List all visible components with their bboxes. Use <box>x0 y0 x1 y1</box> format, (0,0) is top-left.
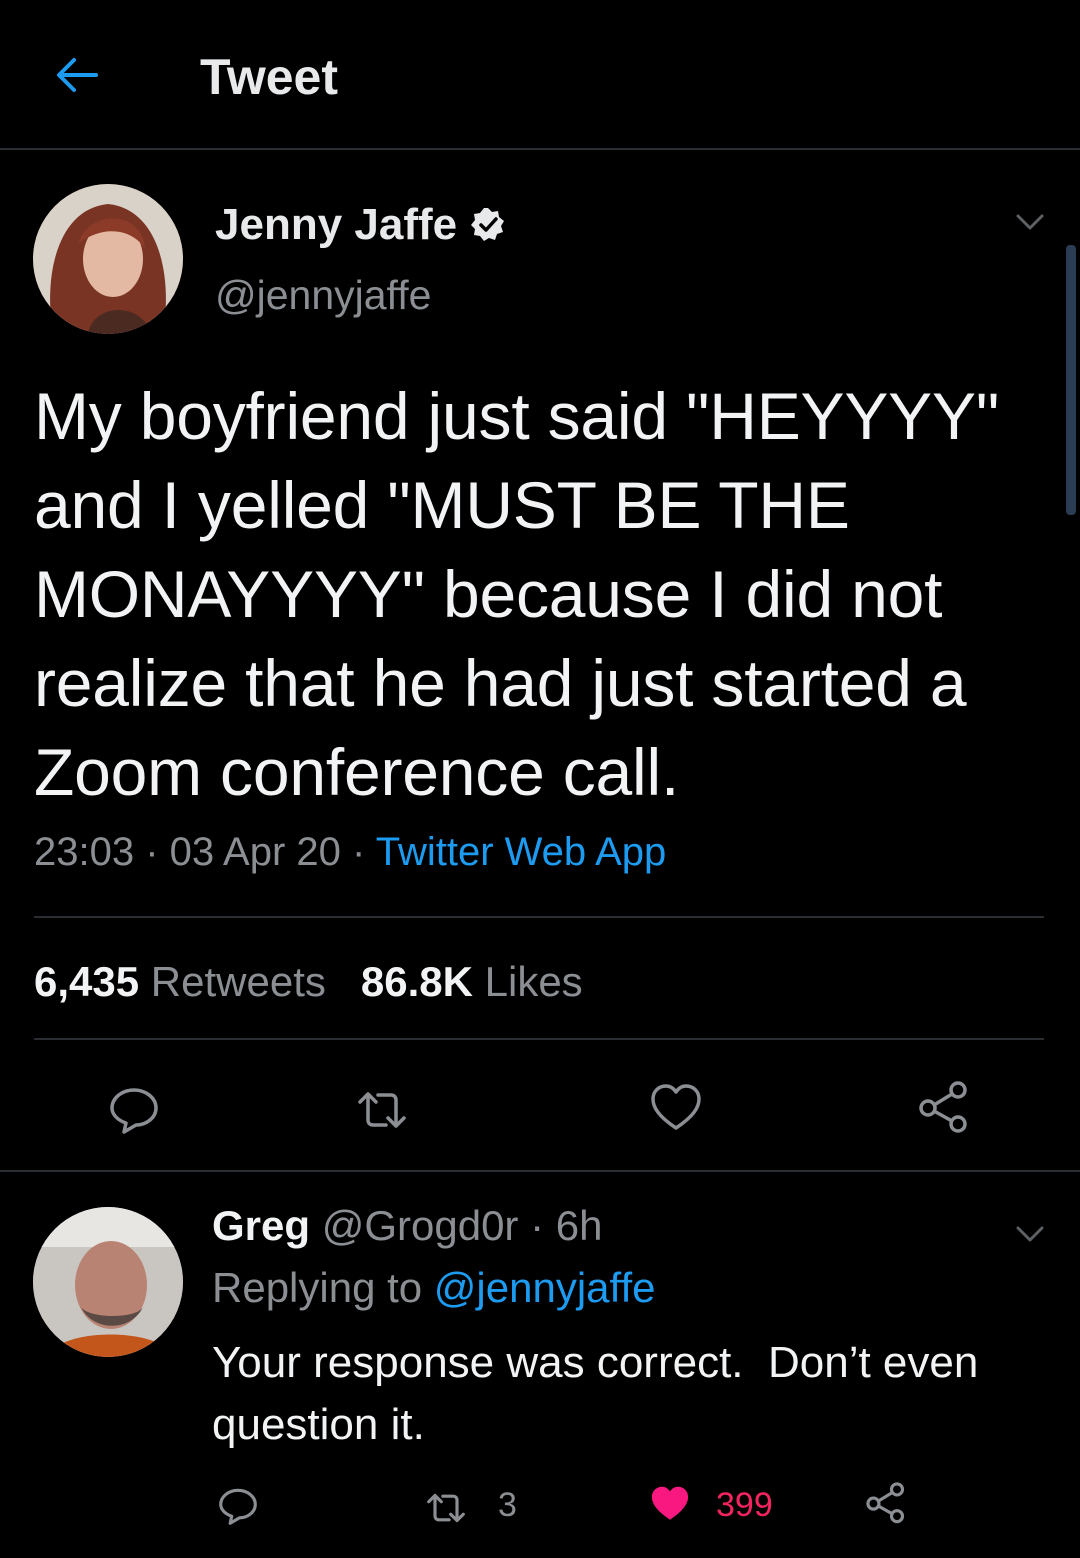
reply-icon[interactable] <box>106 1082 162 1138</box>
retweets-count: 6,435 <box>34 958 140 1005</box>
divider <box>0 148 1080 150</box>
divider <box>0 1170 1080 1172</box>
replying-label: Replying to <box>212 1264 423 1311</box>
separator-dot: · <box>134 830 170 874</box>
chevron-down-icon[interactable] <box>1012 1222 1048 1246</box>
author-handle[interactable]: @jennyjaffe <box>215 272 431 319</box>
reply-author-handle[interactable]: @Grogd0r <box>322 1202 519 1249</box>
separator-dot: · <box>340 830 376 874</box>
tweet-text: My boyfriend just said "HEYYYY" and I ye… <box>34 379 1000 809</box>
author-name-text[interactable]: Jenny Jaffe <box>215 200 457 250</box>
divider <box>34 1038 1044 1040</box>
heart-icon[interactable] <box>648 1080 704 1136</box>
avatar[interactable] <box>33 184 183 334</box>
retweets-label: Retweets <box>150 958 326 1005</box>
replying-to: Replying to @jennyjaffe <box>212 1264 655 1312</box>
reply-header: Greg @Grogd0r · 6h <box>212 1202 602 1250</box>
share-icon[interactable] <box>916 1078 972 1134</box>
heart-icon[interactable] <box>648 1482 692 1526</box>
chevron-down-icon[interactable] <box>1012 210 1048 234</box>
reply-author-name[interactable]: Greg <box>212 1202 310 1249</box>
divider <box>34 916 1044 918</box>
likes-stat[interactable]: 86.8K Likes <box>361 958 583 1005</box>
page-title: Tweet <box>200 49 338 105</box>
verified-badge-icon <box>471 208 505 241</box>
separator-dot: · <box>518 1202 556 1249</box>
scrollbar[interactable] <box>1066 245 1076 515</box>
reply-like-count: 399 <box>716 1486 773 1524</box>
tweet-date[interactable]: 03 Apr 20 <box>170 830 341 874</box>
tweet-time[interactable]: 23:03 <box>34 830 134 874</box>
reply-age[interactable]: 6h <box>556 1202 603 1249</box>
likes-count: 86.8K <box>360 958 473 1005</box>
reply-icon[interactable] <box>216 1484 260 1528</box>
back-arrow-icon[interactable] <box>52 50 102 100</box>
tweet-stats: 6,435 Retweets 86.8K Likes <box>34 958 583 1006</box>
retweets-stat[interactable]: 6,435 Retweets <box>34 958 326 1005</box>
tweet-source[interactable]: Twitter Web App <box>376 830 667 874</box>
replying-to-handle[interactable]: @jennyjaffe <box>434 1264 656 1311</box>
share-icon[interactable] <box>864 1480 908 1524</box>
retweet-icon[interactable] <box>424 1486 468 1530</box>
retweet-icon[interactable] <box>354 1082 410 1138</box>
reply-avatar[interactable] <box>33 1207 183 1357</box>
reply-retweet-count: 3 <box>498 1486 517 1524</box>
author-name[interactable]: Jenny Jaffe <box>215 200 507 250</box>
tweet-meta: 23:03 · 03 Apr 20 · Twitter Web App <box>34 830 666 875</box>
reply-text: Your response was correct. Don’t even qu… <box>212 1338 991 1449</box>
likes-label: Likes <box>484 958 583 1005</box>
